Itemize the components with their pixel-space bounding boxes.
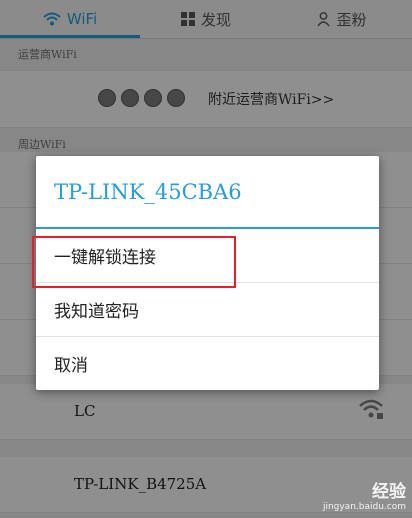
watermark-text: 经验 bbox=[372, 482, 406, 502]
cancel-button[interactable]: 取消 bbox=[36, 337, 379, 390]
highlight-box bbox=[32, 236, 236, 288]
baidu-jingyan-watermark: 经验 jingyan.baidu.com bbox=[323, 477, 406, 512]
know-password-button[interactable]: 我知道密码 bbox=[36, 283, 379, 336]
dialog-title: TP-LINK_45CBA6 bbox=[54, 180, 242, 204]
watermark-url: jingyan.baidu.com bbox=[322, 502, 406, 512]
